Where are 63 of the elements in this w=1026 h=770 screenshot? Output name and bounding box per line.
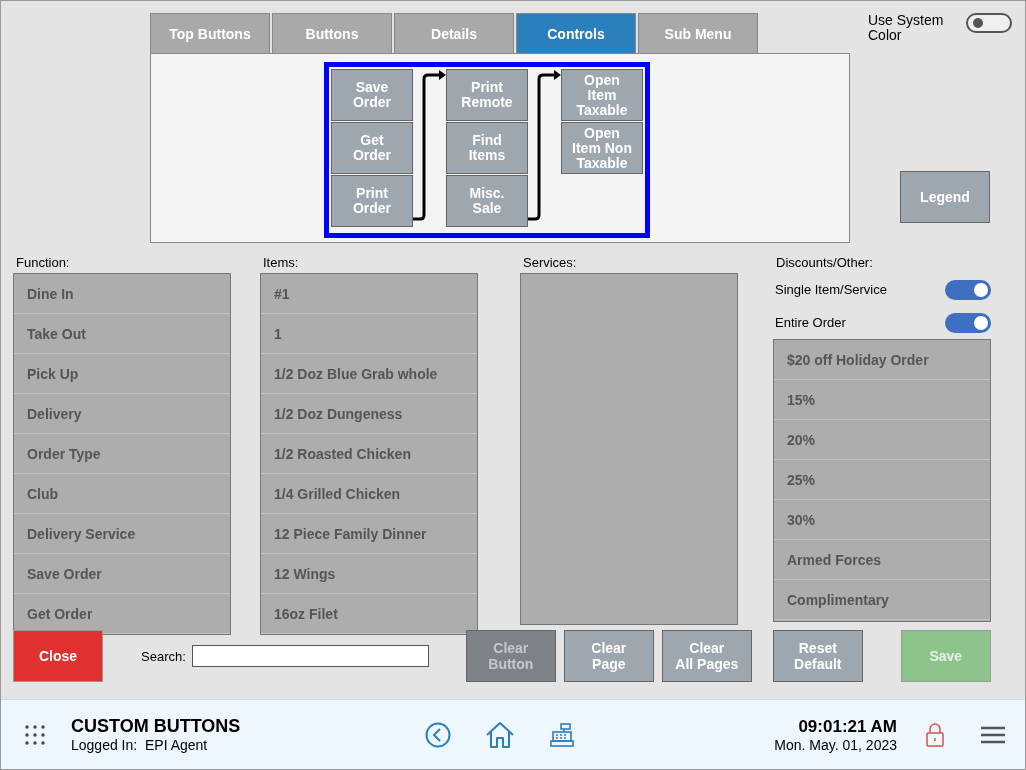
screen-title: CUSTOM BUTTONS bbox=[71, 716, 242, 737]
toggle-label: Single Item/Service bbox=[775, 282, 887, 297]
list-heading: Discounts/Other: bbox=[776, 255, 874, 270]
list-item[interactable]: Delivery bbox=[14, 394, 230, 434]
list-item[interactable]: Pick Up bbox=[14, 354, 230, 394]
list-item[interactable]: 1/2 Doz Dungeness bbox=[261, 394, 477, 434]
action-button[interactable]: Clear Page bbox=[563, 630, 654, 682]
list-item[interactable]: Take Out bbox=[14, 314, 230, 354]
lock-icon[interactable] bbox=[925, 721, 945, 748]
list-item[interactable]: 1 bbox=[261, 314, 477, 354]
flow-button[interactable]: Print Remote bbox=[446, 69, 528, 121]
list-heading: Services: bbox=[523, 255, 578, 270]
tab[interactable]: Controls bbox=[516, 13, 636, 53]
search-label: Search: bbox=[141, 648, 186, 664]
search-field[interactable] bbox=[191, 645, 429, 667]
list-item[interactable]: Armed Forces bbox=[774, 540, 990, 580]
tab[interactable]: Details bbox=[394, 13, 514, 53]
list-item[interactable]: $20 off Holiday Order bbox=[774, 340, 990, 380]
list-item[interactable]: 25% bbox=[774, 460, 990, 500]
flow-button[interactable]: Save Order bbox=[331, 69, 413, 121]
clock-date: Mon. May. 01, 2023 bbox=[774, 736, 897, 753]
back-icon[interactable] bbox=[425, 721, 451, 748]
logged-in-text: Logged In: EPI Agent bbox=[71, 737, 209, 753]
toggle-switch[interactable] bbox=[945, 279, 991, 300]
toggle-switch[interactable] bbox=[966, 13, 1012, 33]
cash-register-icon[interactable] bbox=[549, 721, 575, 748]
list-item[interactable]: Complimentary bbox=[774, 580, 990, 620]
list-item[interactable]: 15% bbox=[774, 380, 990, 420]
close-button[interactable]: Close bbox=[13, 630, 103, 682]
list-item[interactable]: Delivery Service bbox=[14, 514, 230, 554]
tab[interactable]: Buttons bbox=[272, 13, 392, 53]
list-item[interactable]: 20% bbox=[774, 420, 990, 460]
toggle-switch[interactable] bbox=[945, 312, 991, 333]
list-item[interactable]: #1 bbox=[261, 274, 477, 314]
list-heading: Function: bbox=[16, 255, 71, 270]
list-item[interactable]: 30% bbox=[774, 500, 990, 540]
flow-button[interactable]: Get Order bbox=[331, 122, 413, 174]
action-button[interactable]: Reset Default bbox=[772, 630, 863, 682]
legend-button[interactable]: Legend bbox=[900, 171, 990, 223]
list-item[interactable]: 12 Piece Family Dinner bbox=[261, 514, 477, 554]
flow-button[interactable]: Open Item Taxable bbox=[561, 69, 643, 121]
toggle-label: Use System Color bbox=[868, 13, 945, 43]
menu-icon[interactable] bbox=[981, 724, 1005, 745]
list-item[interactable]: Save Order bbox=[14, 554, 230, 594]
list-item[interactable]: 1/2 Doz Blue Grab whole bbox=[261, 354, 477, 394]
flow-button[interactable]: Print Order bbox=[331, 175, 413, 227]
tab[interactable]: Top Buttons bbox=[150, 13, 270, 53]
clock-time: 09:01:21 AM bbox=[798, 716, 897, 737]
flow-button[interactable]: Misc. Sale bbox=[446, 175, 528, 227]
list-item[interactable]: Club bbox=[14, 474, 230, 514]
home-icon[interactable] bbox=[485, 720, 515, 749]
flow-button[interactable]: Open Item Non Taxable bbox=[561, 122, 643, 174]
list-item[interactable]: 1/2 Roasted Chicken bbox=[261, 434, 477, 474]
list-item[interactable]: 1/4 Grilled Chicken bbox=[261, 474, 477, 514]
list-item[interactable]: 12 Wings bbox=[261, 554, 477, 594]
action-button[interactable]: Clear All Pages bbox=[661, 630, 752, 682]
list-item[interactable]: Order Type bbox=[14, 434, 230, 474]
grid-menu-icon[interactable] bbox=[25, 724, 45, 745]
list-heading: Items: bbox=[263, 255, 300, 270]
tab[interactable]: Sub Menu bbox=[638, 13, 758, 53]
toggle-label: Entire Order bbox=[775, 315, 846, 330]
list-item[interactable]: Dine In bbox=[14, 274, 230, 314]
flow-button[interactable]: Find Items bbox=[446, 122, 528, 174]
